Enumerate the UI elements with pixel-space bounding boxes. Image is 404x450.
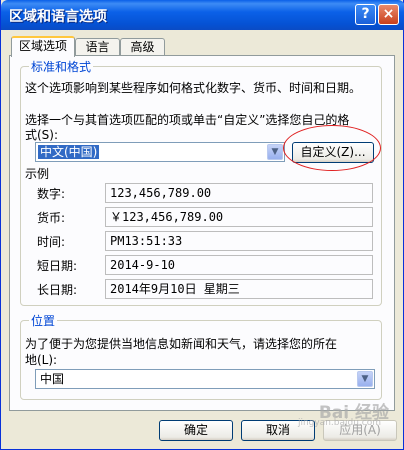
ok-button[interactable]: 确定 (159, 420, 233, 441)
format-select[interactable]: 中文(中国) ▼ (35, 142, 285, 162)
tab-regional-options[interactable]: 区域选项 (11, 36, 75, 57)
location-group: 位置 为了便于为您提供当地信息如新闻和天气，请选择您的所在 地(L): 中国 ▼ (20, 312, 382, 400)
format-select-value: 中文(中国) (38, 145, 100, 159)
tab-advanced[interactable]: 高级 (120, 38, 165, 56)
standards-description: 这个选项影响到某些程序如何格式化数字、货币、时间和日期。 (25, 81, 362, 95)
standards-group: 标准和格式 这个选项影响到某些程序如何格式化数字、货币、时间和日期。 选择一个与… (20, 58, 382, 306)
sample-label-long-date: 长日期: (37, 283, 78, 297)
location-instruction-line2: 地(L): (25, 353, 58, 367)
standards-group-title: 标准和格式 (29, 58, 94, 75)
sample-label-number: 数字: (37, 187, 66, 201)
window-title: 区域和语言选项 (9, 9, 107, 25)
location-group-title: 位置 (29, 312, 58, 329)
sample-label-time: 时间: (37, 235, 66, 249)
location-select-value: 中国 (40, 372, 65, 386)
location-instruction-line1: 为了便于为您提供当地信息如新闻和天气，请选择您的所在 (25, 337, 338, 351)
sample-label-currency: 货币: (37, 211, 66, 225)
sample-value-number: 123,456,789.00 (105, 183, 373, 203)
format-instruction-line1: 选择一个与其首选项匹配的项或单击“自定义”选择您自己的格 (25, 113, 350, 127)
chevron-down-icon[interactable]: ▼ (357, 371, 373, 387)
region-language-dialog: 区域和语言选项 ? × 区域选项 语言 高级 标准和格式 这个选项影响到某些程序… (0, 0, 404, 450)
chevron-down-icon[interactable]: ▼ (267, 144, 283, 160)
sample-value-long-date: 2014年9月10日 星期三 (105, 279, 373, 299)
sample-value-time: PM13:51:33 (105, 231, 373, 251)
regional-options-panel: 标准和格式 这个选项影响到某些程序如何格式化数字、货币、时间和日期。 选择一个与… (9, 55, 395, 411)
customize-button[interactable]: 自定义(Z)... (292, 142, 374, 163)
sample-label-short-date: 短日期: (37, 259, 78, 273)
title-bar[interactable]: 区域和语言选项 ? × (1, 0, 404, 30)
location-select[interactable]: 中国 ▼ (35, 369, 375, 389)
help-button[interactable]: ? (355, 4, 376, 25)
watermark-sub: jingyan.baidu.com (297, 418, 381, 428)
tab-languages[interactable]: 语言 (75, 38, 120, 56)
samples-heading: 示例 (25, 167, 50, 181)
format-instruction-line2: 式(S): (25, 128, 59, 142)
sample-value-short-date: 2014-9-10 (105, 255, 373, 275)
sample-value-currency: ￥123,456,789.00 (105, 207, 373, 227)
close-button[interactable]: × (378, 4, 399, 25)
